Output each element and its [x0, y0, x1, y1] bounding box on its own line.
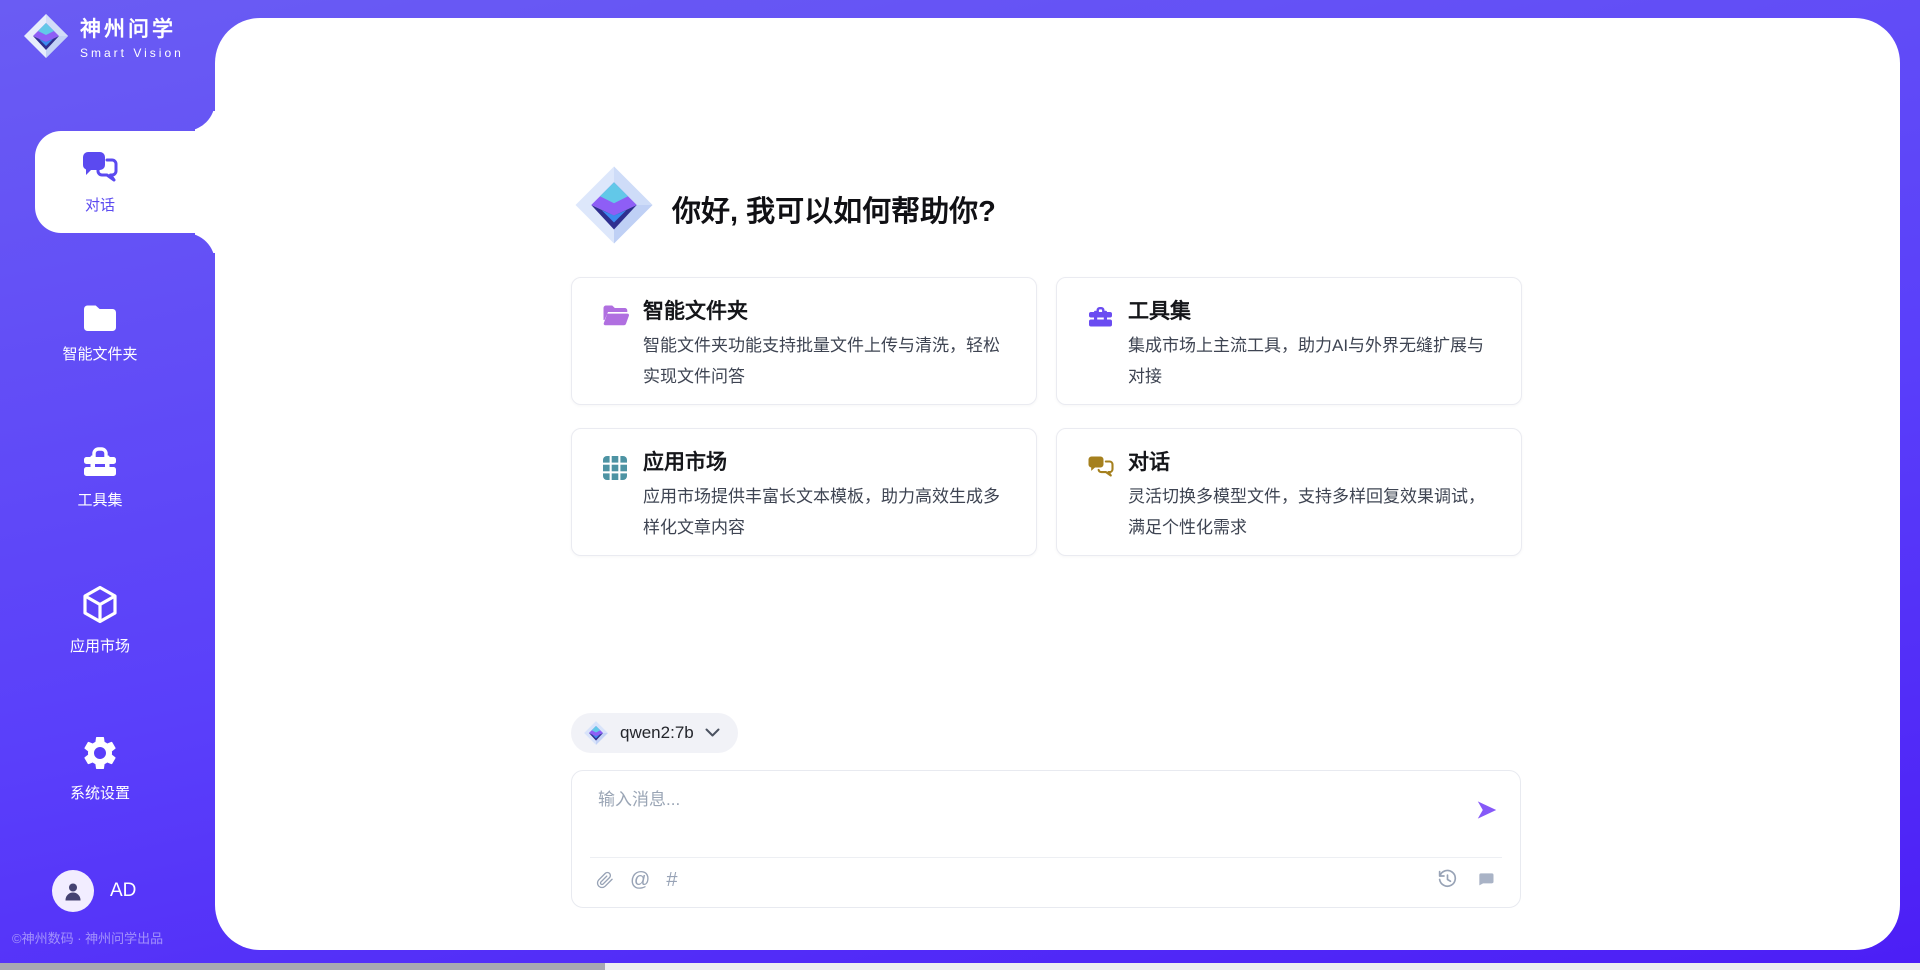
sidebar-item-chat[interactable]: 对话 — [35, 131, 215, 233]
briefcase-icon — [1087, 304, 1114, 329]
card-title: 应用市场 — [643, 446, 727, 476]
folder-open-icon — [602, 304, 630, 328]
chevron-down-icon — [705, 728, 720, 738]
sidebar-item-toolset[interactable]: 工具集 — [0, 434, 200, 520]
feature-card-toolset[interactable]: 工具集 集成市场上主流工具，助力AI与外界无缝扩展与对接 — [1056, 277, 1522, 405]
user-icon — [61, 879, 85, 903]
input-toolbar-right — [1437, 869, 1496, 890]
avatar — [52, 870, 94, 912]
card-description: 集成市场上主流工具，助力AI与外界无缝扩展与对接 — [1128, 330, 1500, 392]
sidebar-item-app-market[interactable]: 应用市场 — [0, 577, 200, 663]
chat-input-box: @ # — [571, 770, 1521, 908]
user-profile[interactable]: AD — [52, 870, 136, 912]
greeting-title: 你好, 我可以如何帮助你? — [672, 188, 996, 230]
card-title: 对话 — [1128, 446, 1170, 476]
card-description: 应用市场提供丰富长文本模板，助力高效生成多样化文章内容 — [643, 481, 1015, 543]
card-title: 智能文件夹 — [643, 295, 748, 325]
card-description: 灵活切换多模型文件，支持多样回复效果调试，满足个性化需求 — [1128, 481, 1500, 543]
brand-logo-icon — [22, 12, 70, 60]
brand-subtitle: Smart Vision — [80, 46, 184, 60]
input-toolbar-left: @ # — [596, 869, 677, 891]
card-title: 工具集 — [1128, 295, 1191, 325]
brand: 神州问学 Smart Vision — [22, 12, 184, 60]
chat-icon — [80, 150, 120, 186]
toolbox-icon — [81, 444, 119, 480]
sidebar-item-settings[interactable]: 系统设置 — [0, 725, 200, 811]
card-description: 智能文件夹功能支持批量文件上传与清洗，轻松实现文件问答 — [643, 330, 1015, 392]
grid-icon — [602, 455, 628, 481]
hash-icon[interactable]: # — [666, 869, 677, 891]
folder-icon — [81, 302, 119, 334]
sidebar-item-label: 智能文件夹 — [62, 343, 137, 364]
paperclip-icon[interactable] — [596, 869, 614, 891]
sidebar: 神州问学 Smart Vision 对话 智能文件夹 — [0, 0, 215, 970]
scrollbar-thumb[interactable] — [0, 963, 605, 970]
message-input[interactable] — [598, 785, 1458, 815]
feature-card-app-market[interactable]: 应用市场 应用市场提供丰富长文本模板，助力高效生成多样化文章内容 — [571, 428, 1037, 556]
sidebar-item-label: 对话 — [85, 194, 115, 215]
chat-bubble-icon[interactable] — [1476, 870, 1496, 890]
feature-card-chat[interactable]: 对话 灵活切换多模型文件，支持多样回复效果调试，满足个性化需求 — [1056, 428, 1522, 556]
model-logo-icon — [583, 720, 609, 746]
chat-icon — [1087, 455, 1114, 479]
sidebar-item-smart-folder[interactable]: 智能文件夹 — [0, 290, 200, 376]
cube-icon — [80, 584, 120, 626]
at-icon[interactable]: @ — [630, 869, 650, 891]
send-icon[interactable] — [1474, 797, 1500, 823]
sidebar-item-label: 应用市场 — [70, 635, 130, 656]
input-divider — [590, 857, 1502, 858]
sidebar-footer: ©神州数码 · 神州问学出品 — [12, 928, 212, 947]
tab-curve-bottom — [185, 233, 215, 263]
user-name: AD — [110, 880, 136, 902]
app-window: 神州问学 Smart Vision 对话 智能文件夹 — [0, 0, 1920, 970]
brand-name: 神州问学 — [80, 13, 184, 43]
history-icon[interactable] — [1437, 869, 1458, 890]
model-selector[interactable]: qwen2:7b — [571, 713, 738, 753]
sidebar-item-label: 系统设置 — [70, 782, 130, 803]
model-name: qwen2:7b — [620, 723, 694, 743]
horizontal-scrollbar[interactable] — [0, 963, 1920, 970]
greeting-logo-icon — [572, 163, 656, 247]
feature-card-smart-folder[interactable]: 智能文件夹 智能文件夹功能支持批量文件上传与清洗，轻松实现文件问答 — [571, 277, 1037, 405]
sidebar-item-label: 工具集 — [77, 489, 122, 510]
gear-icon — [80, 733, 120, 773]
tab-curve-top — [185, 101, 215, 131]
